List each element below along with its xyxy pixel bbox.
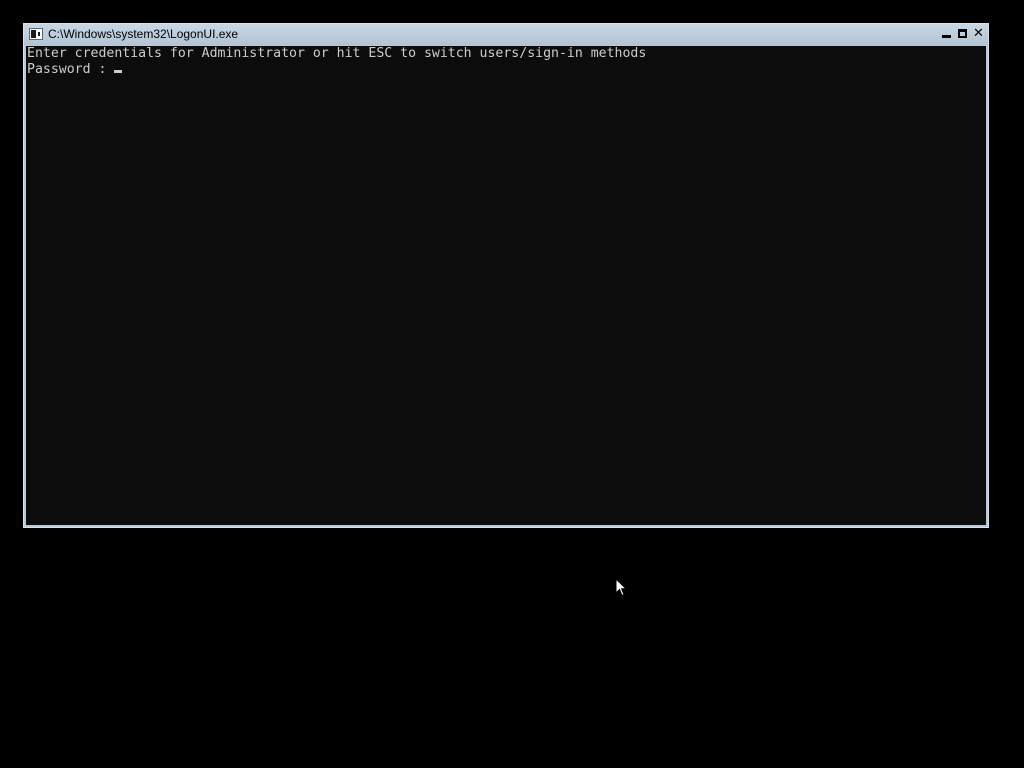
text-cursor xyxy=(114,70,123,73)
password-prompt-line: Password : xyxy=(27,62,123,78)
title-bar[interactable]: C:\Windows\system32\LogonUI.exe ✕ xyxy=(24,24,988,45)
window-title: C:\Windows\system32\LogonUI.exe xyxy=(48,27,239,41)
close-icon[interactable]: ✕ xyxy=(972,27,985,40)
window-controls: ✕ xyxy=(940,27,985,42)
maximize-icon[interactable] xyxy=(956,27,969,40)
mouse-pointer-icon xyxy=(615,578,627,597)
logonui-console-window: C:\Windows\system32\LogonUI.exe ✕ Enter … xyxy=(23,23,989,528)
console-app-icon[interactable] xyxy=(29,28,43,40)
minimize-icon[interactable] xyxy=(940,27,953,40)
password-label: Password : xyxy=(27,62,107,77)
console-output[interactable]: Enter credentials for Administrator or h… xyxy=(26,46,986,525)
credentials-prompt: Enter credentials for Administrator or h… xyxy=(27,46,647,61)
